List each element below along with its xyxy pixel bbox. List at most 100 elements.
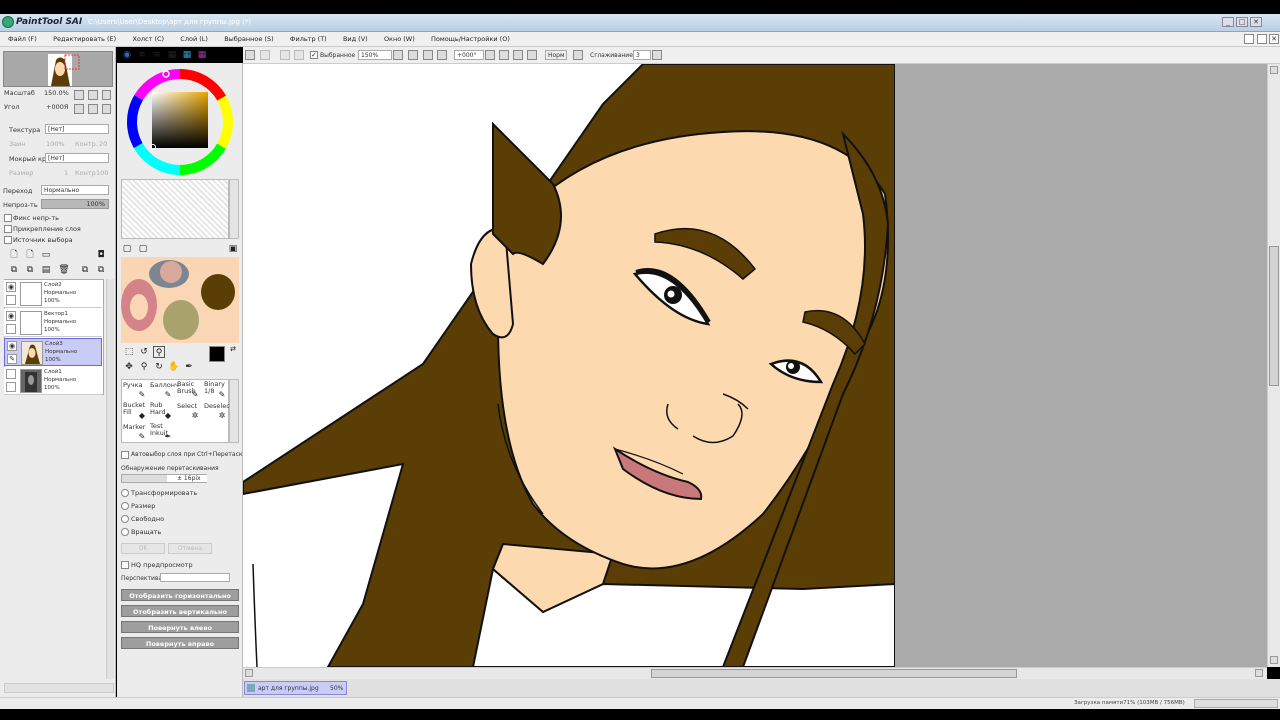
rotate-icon[interactable]: ↻: [153, 361, 165, 373]
cancel-button[interactable]: Отмена: [168, 543, 212, 554]
maximize-button[interactable]: □: [1236, 17, 1248, 27]
zoom-field[interactable]: 150%: [358, 50, 392, 60]
vertical-scroll-thumb[interactable]: [1269, 246, 1279, 386]
transfer-layer-icon[interactable]: ⧉: [24, 264, 36, 276]
brush-scrollbar[interactable]: [229, 379, 239, 443]
merge-down-icon[interactable]: ⧉: [79, 264, 91, 276]
document-tab[interactable]: арт для группы.jpg 50%: [244, 681, 347, 695]
angle-dropdown-button[interactable]: [485, 50, 495, 60]
transform-radio[interactable]: [121, 489, 129, 497]
new-folder-icon[interactable]: ▭: [40, 249, 52, 261]
horizontal-scroll-thumb[interactable]: [651, 669, 1017, 678]
scratch-add-icon[interactable]: ▢: [121, 243, 133, 255]
canvas-area[interactable]: [243, 64, 1267, 667]
tool-select[interactable]: Select: [177, 402, 197, 410]
scratchpad-icon[interactable]: ▦: [181, 49, 193, 61]
scroll-left-arrow[interactable]: [245, 669, 253, 677]
close-button[interactable]: ✕: [1250, 17, 1262, 27]
layer-mask-icon[interactable]: ◘: [95, 249, 107, 261]
tool-marker[interactable]: Marker: [123, 423, 145, 431]
hand-icon[interactable]: ✋: [168, 361, 180, 373]
rotate-ccw-button[interactable]: [499, 50, 509, 60]
layer-item[interactable]: ◉ Слой2 Нормально 100%: [4, 280, 102, 308]
perspective-slider[interactable]: [160, 573, 230, 582]
color-mixer-pad[interactable]: [121, 257, 239, 343]
rotate-left-button[interactable]: Повернуть влево: [121, 621, 239, 633]
undo-button[interactable]: [245, 50, 255, 60]
flip-vertical-button[interactable]: Отобразить вертикально: [121, 605, 239, 617]
zoom-reset-button[interactable]: [437, 50, 447, 60]
color-wheel[interactable]: [125, 67, 235, 177]
fix-opacity-checkbox[interactable]: [4, 214, 12, 222]
view-mode-button[interactable]: Норм: [545, 50, 567, 60]
texture-select[interactable]: [Нет]: [45, 124, 109, 134]
minimize-button[interactable]: _: [1222, 17, 1234, 27]
auto-select-checkbox[interactable]: [121, 451, 129, 459]
stabilizer-dropdown-button[interactable]: [652, 50, 662, 60]
flip-horizontal-button[interactable]: Отобразить горизонтально: [121, 589, 239, 601]
tool-airbrush[interactable]: Баллонч: [150, 381, 179, 389]
lasso-icon[interactable]: ↺: [138, 346, 150, 358]
layer-scrollbar[interactable]: [106, 279, 114, 679]
redo-button[interactable]: [260, 50, 270, 60]
menu-view[interactable]: Вид (V): [335, 32, 374, 43]
menu-filter[interactable]: Фильтр (T): [282, 32, 333, 43]
magic-wand-icon[interactable]: ⚲: [153, 346, 165, 358]
menu-window[interactable]: Окно (W): [376, 32, 421, 43]
lock-icon[interactable]: [6, 382, 16, 392]
delete-layer-icon[interactable]: 🗑: [58, 264, 70, 276]
lock-icon[interactable]: [6, 295, 16, 305]
layer-item[interactable]: ◉ Вектор1 Нормально 100%: [4, 309, 102, 337]
zoom-reset-button[interactable]: [102, 90, 111, 100]
scroll-down-arrow[interactable]: [1270, 656, 1278, 664]
zoom-out-button[interactable]: [408, 50, 418, 60]
zoom-in-button[interactable]: [88, 90, 98, 100]
ok-button[interactable]: OK: [121, 543, 165, 554]
rotate-right-button[interactable]: Повернуть вправо: [121, 637, 239, 649]
rotate-radio[interactable]: [121, 528, 129, 536]
artwork-canvas[interactable]: [243, 64, 1267, 667]
merge-all-icon[interactable]: ⧉: [95, 264, 107, 276]
scratch-remove-icon[interactable]: ▢: [137, 243, 149, 255]
user-palette-icon[interactable]: ▦: [196, 49, 208, 61]
clip-layer-checkbox[interactable]: [4, 225, 12, 233]
zoom-out-button[interactable]: [74, 90, 84, 100]
angle-field[interactable]: +000°: [454, 50, 484, 60]
opacity-slider[interactable]: 100%: [41, 199, 109, 209]
color-scratch-area[interactable]: [121, 179, 229, 239]
tool-pen[interactable]: Ручка: [123, 381, 143, 389]
zoom-icon[interactable]: ⚲: [138, 361, 150, 373]
rotate-reset-button[interactable]: [102, 104, 111, 114]
selection-source-checkbox[interactable]: [4, 236, 12, 244]
new-vector-layer-icon[interactable]: 🗋: [24, 249, 36, 261]
rgb-slider-icon[interactable]: ≡: [136, 49, 148, 61]
flip-view-button[interactable]: [573, 50, 583, 60]
texture-strength-value[interactable]: 20: [99, 140, 107, 148]
eyedropper-icon[interactable]: ✒: [183, 361, 195, 373]
navigator-preview[interactable]: [3, 51, 113, 87]
hq-preview-checkbox[interactable]: [121, 561, 129, 569]
stabilizer-field[interactable]: 3: [633, 50, 651, 60]
wet-edge-select[interactable]: [Нет]: [45, 153, 109, 163]
free-radio[interactable]: [121, 515, 129, 523]
layer-hscrollbar[interactable]: [4, 683, 114, 693]
menu-help[interactable]: Помощь/Настройки (O): [423, 32, 516, 43]
rect-select-icon[interactable]: ⬚: [123, 346, 135, 358]
pen-icon[interactable]: ✎: [7, 354, 17, 364]
zoom-dropdown-button[interactable]: [393, 50, 403, 60]
menu-canvas[interactable]: Холст (C): [124, 32, 170, 43]
selection-visible-checkbox[interactable]: ✓: [310, 51, 318, 59]
visibility-icon[interactable]: ◉: [6, 311, 16, 321]
visibility-icon[interactable]: ◉: [6, 282, 16, 292]
scroll-right-arrow[interactable]: [1255, 669, 1263, 677]
blend-mode-select[interactable]: Нормально: [41, 185, 109, 195]
scroll-up-arrow[interactable]: [1270, 66, 1278, 74]
horizontal-scrollbar[interactable]: [243, 667, 1267, 679]
visibility-icon[interactable]: ◉: [7, 341, 17, 351]
move-icon[interactable]: ✥: [123, 361, 135, 373]
clear-layer-icon[interactable]: ▤: [40, 264, 52, 276]
invert-selection-button[interactable]: [294, 50, 304, 60]
scratch-scrollbar[interactable]: [229, 179, 239, 239]
drag-detect-slider[interactable]: ± 16pix: [121, 474, 207, 483]
lock-icon[interactable]: [6, 324, 16, 334]
